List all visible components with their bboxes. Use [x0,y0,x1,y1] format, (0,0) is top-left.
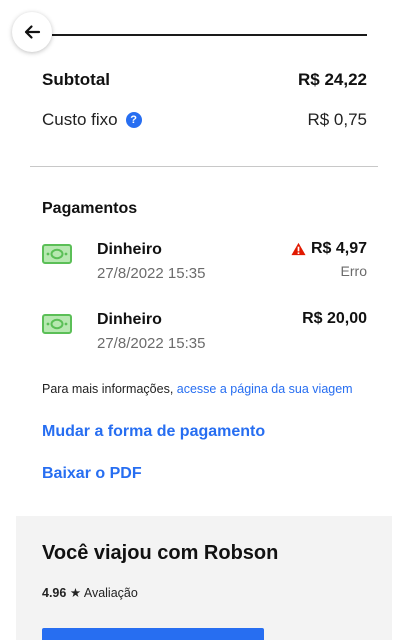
fee-label: Custo fixo [42,110,118,129]
change-payment-link[interactable]: Mudar a forma de pagamento [42,423,265,441]
payment-method: Dinheiro [97,241,162,258]
payment-status: Erro [340,263,367,279]
trip-page-link[interactable]: acesse a página da sua viagem [177,382,353,396]
help-icon[interactable]: ? [125,112,142,128]
rating-value: 4.96 [42,586,67,600]
payment-amount: R$ 4,97 [310,240,367,257]
info-line: Para mais informações, acesse a página d… [42,382,353,396]
driver-card: Você viajou com Robson 4.96 ★ Avaliação [16,516,392,640]
info-text: Para mais informações, [42,382,177,396]
payment-method: Dinheiro [97,311,162,328]
driver-rating: 4.96 ★ Avaliação [42,585,138,600]
cash-icon [42,314,72,334]
payment-amount-group: R$ 4,97 [291,240,367,258]
section-divider [30,166,378,167]
back-button[interactable] [12,12,52,52]
header-rule [52,34,367,36]
fee-label-group: Custo fixo? [42,110,142,130]
subtotal-row: Subtotal R$ 24,22 [42,70,367,90]
warning-icon [291,242,306,256]
subtotal-label: Subtotal [42,70,110,89]
download-pdf-link[interactable]: Baixar o PDF [42,465,142,483]
star-icon: ★ [69,586,82,600]
payments-title: Pagamentos [42,200,138,217]
payment-date: 27/8/2022 15:35 [97,335,206,352]
arrow-left-icon [24,25,41,39]
driver-action-button[interactable] [42,628,264,640]
driver-title: Você viajou com Robson [42,542,279,564]
payment-amount: R$ 20,00 [302,310,367,327]
payment-item[interactable]: Dinheiro 27/8/2022 15:35 R$ 4,97 Erro [42,238,367,288]
fee-value: R$ 0,75 [307,110,367,129]
cash-icon [42,244,72,264]
fee-row: Custo fixo? R$ 0,75 [42,110,367,130]
subtotal-value: R$ 24,22 [298,70,367,89]
rating-label: Avaliação [83,586,138,600]
payment-item[interactable]: Dinheiro 27/8/2022 15:35 R$ 20,00 [42,308,367,358]
payment-date: 27/8/2022 15:35 [97,265,206,282]
